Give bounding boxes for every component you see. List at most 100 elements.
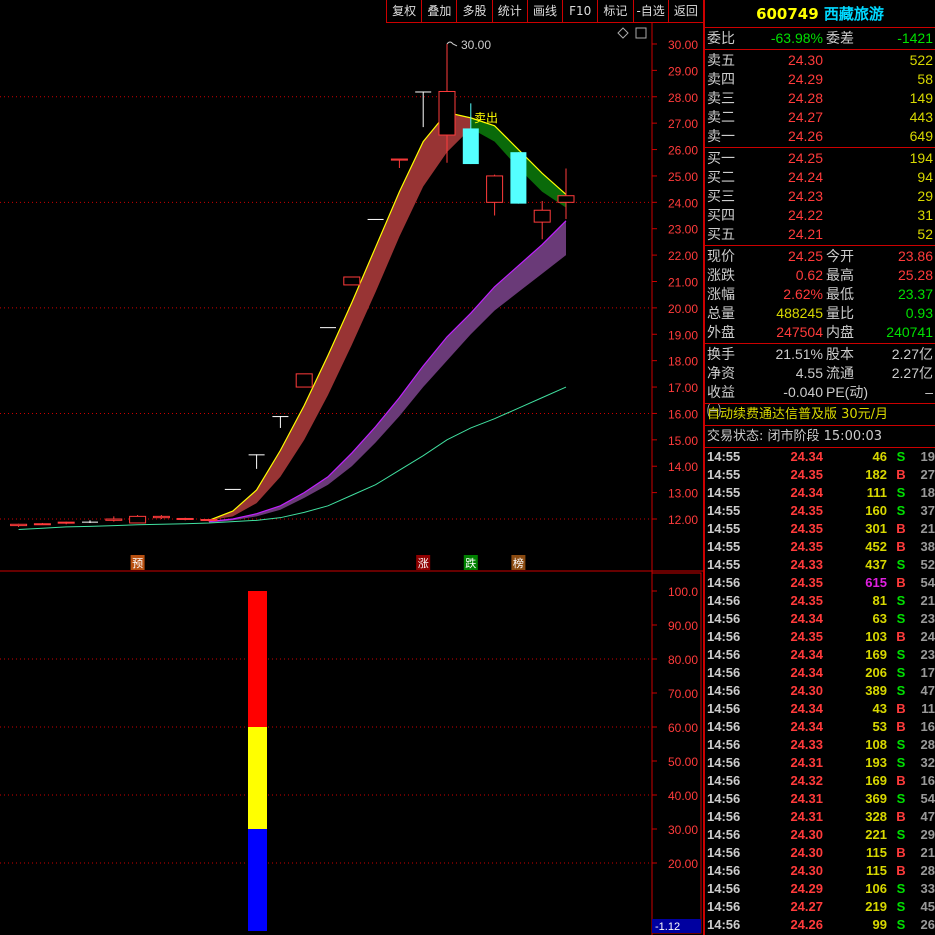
trade-row[interactable]: 14:55 24.35 301 B 21 [705, 520, 935, 538]
trade-price: 24.34 [790, 611, 823, 626]
trade-count: 17 [920, 665, 935, 680]
trade-row[interactable]: 14:56 24.30 115 B 21 [705, 844, 935, 862]
trade-count: 16 [920, 773, 935, 788]
buy-level-row[interactable]: 买三 24.23 29 [705, 187, 935, 206]
restore-rights-button[interactable]: 复权 [386, 0, 421, 22]
trade-row[interactable]: 14:56 24.30 221 S 29 [705, 826, 935, 844]
trade-time: 14:56 [707, 899, 741, 914]
price-tick-label: 21.00 [668, 275, 698, 289]
trade-price: 24.32 [790, 773, 823, 788]
trade-side: S [896, 737, 906, 752]
trade-time: 14:56 [707, 719, 741, 734]
overlay-button[interactable]: 叠加 [421, 0, 456, 22]
sell-level-row[interactable]: 卖三 24.28 149 [705, 89, 935, 108]
buy-level-row[interactable]: 买一 24.25 194 [705, 149, 935, 168]
stat-row: 换手 21.51% 股本 2.27亿 [705, 345, 935, 364]
price-tick-label: 18.00 [668, 355, 698, 369]
stat-row: 现价 24.25 今开 23.86 [705, 247, 935, 266]
trade-volume: 160 [865, 503, 887, 518]
trade-row[interactable]: 14:56 24.31 328 B 47 [705, 808, 935, 826]
stat-row: 总量 488245 量比 0.93 [705, 304, 935, 323]
trade-row[interactable]: 14:56 24.33 108 S 28 [705, 736, 935, 754]
sell-level-volume: 443 [909, 109, 933, 125]
trade-count: 37 [920, 503, 935, 518]
sell-signal-label: 卖出 [474, 111, 498, 125]
trade-side: B [896, 809, 906, 824]
sell-level-price: 24.30 [787, 52, 823, 68]
trade-row[interactable]: 14:55 24.33 437 S 52 [705, 556, 935, 574]
candle-body [367, 218, 384, 220]
buy-level-label: 买四 [707, 207, 735, 223]
candle-body [248, 454, 265, 456]
trade-side: B [896, 863, 906, 878]
trade-row[interactable]: 14:55 24.34 46 S 19 [705, 448, 935, 466]
trade-row[interactable]: 14:56 24.34 53 B 16 [705, 718, 935, 736]
trade-count: 28 [920, 863, 935, 878]
draw-line-button[interactable]: 画线 [526, 0, 562, 22]
f10-button[interactable]: F10 [562, 0, 597, 22]
mark-button[interactable]: 标记 [597, 0, 632, 22]
trade-row[interactable]: 14:56 24.34 63 S 23 [705, 610, 935, 628]
sell-level-price: 24.28 [787, 90, 823, 106]
subscription-promo[interactable]: 自动续费通达信普及版 30元/月 [705, 404, 935, 426]
trade-count: 47 [920, 683, 935, 698]
trade-row[interactable]: 14:56 24.35 81 S 21 [705, 592, 935, 610]
sell-level-row[interactable]: 卖四 24.29 58 [705, 70, 935, 89]
trade-row[interactable]: 14:56 24.29 106 S 33 [705, 880, 935, 898]
trade-row[interactable]: 14:56 24.34 206 S 17 [705, 664, 935, 682]
trade-row[interactable]: 14:56 24.30 389 S 47 [705, 682, 935, 700]
sell-level-price: 24.27 [787, 109, 823, 125]
trade-price: 24.30 [790, 845, 823, 860]
candle-body [33, 523, 51, 526]
trade-row[interactable]: 14:56 24.35 615 B 54 [705, 574, 935, 592]
trade-row[interactable]: 14:56 24.32 169 B 16 [705, 772, 935, 790]
statistics-button[interactable]: 统计 [491, 0, 527, 22]
trade-side: B [896, 773, 906, 788]
tick-trades-list[interactable]: 14:55 24.34 46 S 19 14:55 24.35 182 B 27 14:55 24.3… [705, 448, 935, 934]
back-button[interactable]: 返回 [667, 0, 703, 22]
trade-row[interactable]: 14:56 24.34 43 B 11 [705, 700, 935, 718]
trade-row[interactable]: 14:56 24.31 369 S 54 [705, 790, 935, 808]
price-tick-label: 28.00 [668, 91, 698, 105]
indicator-tick-label: 80.00 [668, 653, 698, 667]
candle-body [200, 519, 218, 522]
trade-row[interactable]: 14:56 24.35 103 B 24 [705, 628, 935, 646]
trade-row[interactable]: 14:56 24.30 115 B 28 [705, 862, 935, 880]
stat-label: PE(动) [826, 384, 868, 400]
kline-chart[interactable]: 30.00 29.00 28.00 27.00 26.00 25.00 24.00 23.00… [0, 0, 703, 935]
stat-label: 收益㈠ [707, 384, 735, 419]
remove-watchlist-button[interactable]: -自选 [632, 0, 668, 22]
trade-row[interactable]: 14:55 24.34 111 S 18 [705, 484, 935, 502]
trade-side: B [896, 575, 906, 590]
trade-count: 19 [920, 449, 935, 464]
trade-volume: 108 [865, 737, 887, 752]
trade-row[interactable]: 14:56 24.34 169 S 23 [705, 646, 935, 664]
buy-level-row[interactable]: 买四 24.22 31 [705, 206, 935, 225]
trade-row[interactable]: 14:56 24.26 99 S 26 [705, 916, 935, 934]
trade-row[interactable]: 14:56 24.31 193 S 32 [705, 754, 935, 772]
stat-label: 今开 [826, 248, 854, 264]
trade-row[interactable]: 14:55 24.35 182 B 27 [705, 466, 935, 484]
weibi-label: 委比 [707, 30, 735, 46]
stock-name: 西藏旅游 [823, 5, 884, 23]
trade-count: 54 [920, 575, 935, 590]
trade-time: 14:56 [707, 755, 741, 770]
sell-level-row[interactable]: 卖五 24.30 522 [705, 51, 935, 70]
trade-row[interactable]: 14:56 24.27 219 S 45 [705, 898, 935, 916]
buy-level-row[interactable]: 买五 24.21 52 [705, 225, 935, 244]
trade-row[interactable]: 14:55 24.35 452 B 38 [705, 538, 935, 556]
sell-orders: 卖五 24.30 522 卖四 24.29 58 卖三 24.28 149 卖二 24.27 443 卖… [705, 50, 935, 148]
trade-time: 14:56 [707, 683, 741, 698]
buy-level-row[interactable]: 买二 24.24 94 [705, 168, 935, 187]
trade-time: 14:56 [707, 827, 741, 842]
trade-row[interactable]: 14:55 24.35 160 S 37 [705, 502, 935, 520]
buy-level-volume: 29 [917, 188, 933, 204]
candle-body [272, 416, 289, 418]
trade-volume: 369 [865, 791, 887, 806]
trade-volume: 169 [865, 773, 887, 788]
sell-level-row[interactable]: 卖二 24.27 443 [705, 108, 935, 127]
sell-level-row[interactable]: 卖一 24.26 649 [705, 127, 935, 146]
trade-count: 21 [920, 521, 935, 536]
trade-volume: 103 [865, 629, 887, 644]
multi-stock-button[interactable]: 多股 [456, 0, 491, 22]
